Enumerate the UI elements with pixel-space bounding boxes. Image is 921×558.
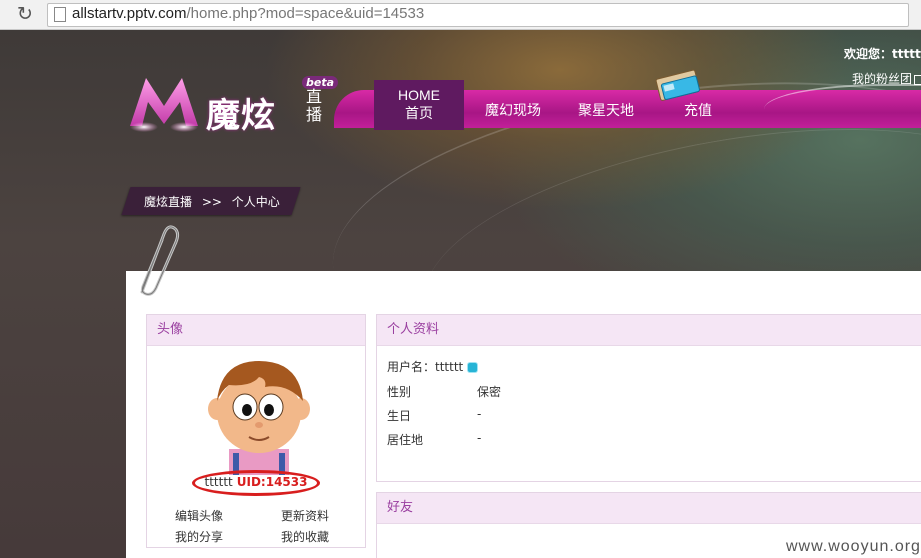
logo-subtext: 直播 xyxy=(306,87,323,124)
url-text[interactable]: allstartv.pptv.com/home.php?mod=space&ui… xyxy=(72,5,424,22)
browser-toolbar: ↻ allstartv.pptv.com/home.php?mod=space&… xyxy=(0,0,921,30)
avatar-panel-title: 头像 xyxy=(147,315,365,346)
paperclip-icon xyxy=(140,225,180,296)
content-area: 头像 tttttt UID:14533 编辑头像 更新资料 我的分享 我的收藏 … xyxy=(126,271,921,558)
field-label: 性别 xyxy=(387,385,412,399)
welcome-text: 欢迎您：tttttt xyxy=(844,47,921,61)
field-value: 保密 xyxy=(477,385,502,399)
fans-link[interactable]: 我的粉丝团 xyxy=(852,70,921,87)
url-host: allstartv.pptv.com xyxy=(72,5,187,22)
nav-item-live[interactable]: 魔幻现场 xyxy=(485,100,541,120)
nav-item-recharge[interactable]: 充值 xyxy=(684,100,712,120)
friends-panel-title: 好友 xyxy=(377,493,921,524)
breadcrumb-home[interactable]: 魔炫直播 xyxy=(144,195,192,209)
username-value: tttttt xyxy=(435,360,464,374)
avatar[interactable] xyxy=(207,357,311,475)
nav-home-tab[interactable]: HOME 首页 xyxy=(374,80,464,130)
nav-home-en: HOME xyxy=(398,87,440,103)
avatar-panel: 头像 tttttt UID:14533 编辑头像 更新资料 我的分享 我的收藏 xyxy=(146,314,366,548)
nav-item-stars[interactable]: 聚星天地 xyxy=(578,100,634,120)
field-label: 居住地 xyxy=(387,433,424,447)
site-logo[interactable]: 魔炫 beta 直播 xyxy=(124,68,339,138)
field-label: 生日 xyxy=(387,409,412,423)
fans-label: 我的粉丝团 xyxy=(852,72,913,86)
field-value: - xyxy=(477,407,482,421)
page-icon xyxy=(54,7,66,22)
main-nav: HOME 首页 魔幻现场 聚星天地 充值 xyxy=(334,69,921,130)
reload-icon[interactable]: ↻ xyxy=(14,3,36,25)
nav-home-cn: 首页 xyxy=(405,106,433,122)
address-bar[interactable]: allstartv.pptv.com/home.php?mod=space&ui… xyxy=(47,3,909,27)
logo-text: 魔炫 xyxy=(206,96,276,136)
field-value: - xyxy=(477,431,482,445)
my-fav-link[interactable]: 我的收藏 xyxy=(281,528,329,545)
breadcrumb-sep: >> xyxy=(201,195,222,209)
username-label: 用户名： xyxy=(387,360,436,374)
logo-m-icon xyxy=(130,78,198,132)
url-path: /home.php?mod=space&uid=14533 xyxy=(186,5,425,22)
profile-panel: 个人资料 用户名：tttttt 性别 保密 生日 - 居住地 - xyxy=(376,314,921,482)
uid-highlight-oval xyxy=(192,470,320,496)
breadcrumb: 魔炫直播 >> 个人中心 xyxy=(144,193,280,210)
page-background: 魔炫 beta 直播 HOME 首页 魔幻现场 聚星天地 充值 欢迎您：tttt… xyxy=(0,30,921,558)
fans-icon xyxy=(914,74,921,85)
verified-icon xyxy=(468,363,478,372)
watermark: www.wooyun.org xyxy=(786,538,921,555)
breadcrumb-current: 个人中心 xyxy=(231,195,280,209)
profile-panel-title: 个人资料 xyxy=(377,315,921,346)
username-row: 用户名：tttttt xyxy=(387,358,478,375)
edit-avatar-link[interactable]: 编辑头像 xyxy=(175,507,223,524)
update-profile-link[interactable]: 更新资料 xyxy=(281,507,329,524)
my-share-link[interactable]: 我的分享 xyxy=(175,528,223,545)
